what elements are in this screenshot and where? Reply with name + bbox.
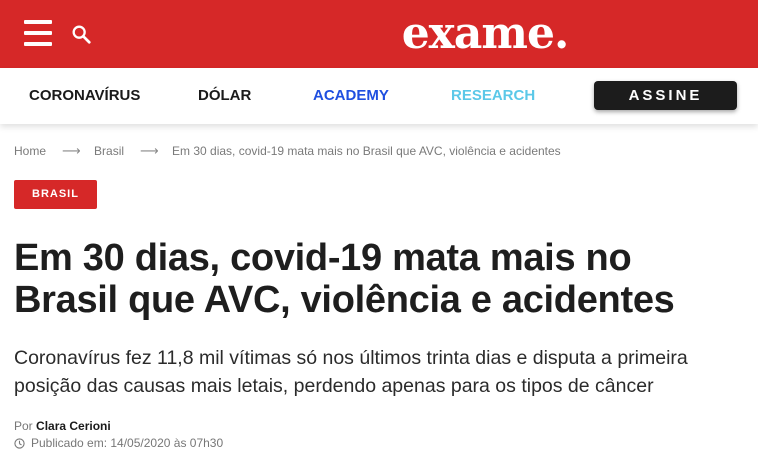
byline: Por Clara Cerioni — [14, 419, 111, 433]
nav-item-academy[interactable]: ACADEMY — [313, 68, 389, 124]
category-tag[interactable]: BRASIL — [14, 180, 97, 209]
arrow-right-icon: ⟶ — [62, 143, 81, 158]
breadcrumb: Home ⟶ Brasil ⟶ Em 30 dias, covid-19 mat… — [14, 142, 561, 160]
breadcrumb-brasil[interactable]: Brasil — [94, 144, 124, 158]
nav-item-dolar[interactable]: DÓLAR — [198, 68, 251, 124]
breadcrumb-current: Em 30 dias, covid-19 mata mais no Brasil… — [172, 144, 561, 158]
arrow-right-icon: ⟶ — [140, 143, 159, 158]
byline-prefix: Por — [14, 419, 33, 433]
nav-item-research[interactable]: RESEARCH — [451, 68, 535, 124]
publish-date-text: Publicado em: 14/05/2020 às 07h30 — [31, 436, 224, 450]
clock-icon — [14, 437, 25, 449]
search-icon[interactable] — [70, 23, 92, 45]
subscribe-button[interactable]: ASSINE — [594, 81, 737, 110]
publish-date: Publicado em: 14/05/2020 às 07h30 — [14, 436, 223, 450]
article-subtitle: Coronavírus fez 11,8 mil vítimas só nos … — [14, 347, 688, 397]
hamburger-menu-icon[interactable] — [24, 20, 52, 46]
article-headline: Em 30 dias, covid-19 mata mais no Brasil… — [14, 237, 675, 321]
top-header-bar: exame. — [0, 0, 758, 68]
main-nav: CORONAVÍRUS DÓLAR ACADEMY RESEARCH ASSIN… — [0, 68, 758, 124]
nav-item-coronavirus[interactable]: CORONAVÍRUS — [29, 68, 140, 124]
exame-logo[interactable]: exame. — [390, 6, 580, 62]
breadcrumb-home[interactable]: Home — [14, 144, 46, 158]
author-link[interactable]: Clara Cerioni — [36, 419, 111, 433]
